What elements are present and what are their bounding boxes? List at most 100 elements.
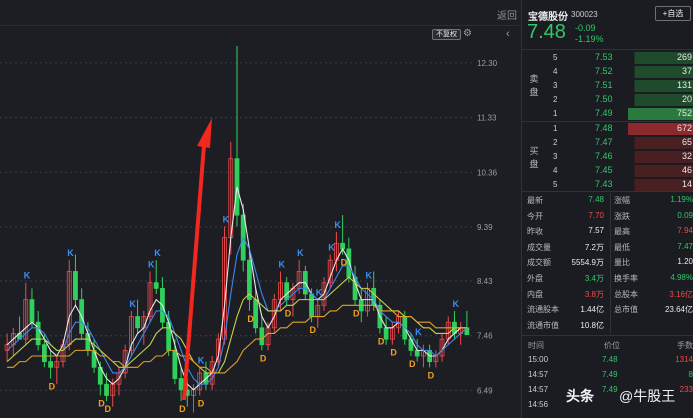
stat-value: 0.09 [677,210,693,220]
divider [610,193,611,334]
annotation-arrow-head [197,118,212,148]
ask-volume: 131 [628,80,693,92]
divider [522,49,693,50]
ask-price: 7.51 [595,80,613,90]
stats-row: 流通市值 10.8亿 [522,318,693,332]
stat-label: 最低 [614,242,630,252]
y-tick-label: 11.33 [477,114,497,123]
d-marker: D [49,382,56,392]
k-marker: K [415,327,422,337]
price-change: -0.09 [575,23,596,33]
bid-volume: 32 [628,151,693,163]
y-tick-label: 10.36 [477,168,498,177]
add-watchlist-button[interactable]: +自选 [655,6,691,21]
bid-price: 7.43 [595,179,613,189]
chevron-left-icon[interactable]: ‹ [506,28,520,44]
trades-header: 时间 价位 手数 [522,338,693,352]
ask-volume: 752 [628,108,693,120]
ask-row-1[interactable]: 1 7.49 752 [522,107,693,121]
ask-level: 5 [553,53,558,62]
trade-row: 15:00 7.48 1314 [522,353,693,367]
stat-label: 最高 [614,227,630,237]
bid-level: 5 [553,180,558,189]
trades-header-time: 时间 [528,341,544,350]
y-tick-label: 7.46 [477,332,493,341]
kline-chart-panel[interactable]: 返回 12.30 11.33 10.36 9.39 8.43 7.46 6.49 K K K K K K… [0,0,521,418]
k-marker: K [24,271,31,281]
d-marker: D [341,258,348,268]
ask-price: 7.52 [595,66,613,76]
stat-value: 3.8万 [584,289,604,299]
ask-volume: 269 [628,52,693,64]
candle-body [383,327,389,340]
stat-label: 内盘 [527,289,543,299]
k-marker: K [334,220,341,230]
candle-body [48,361,53,368]
ask-level: 3 [553,81,558,90]
bid-volume: 65 [628,137,693,149]
stats-row: 外盘 3.4万 换手率 4.98% [522,271,693,285]
candle-body [259,327,265,346]
candle-body [104,383,109,396]
trade-row: 14:57 7.49 8 [522,368,693,382]
d-marker: D [198,398,205,408]
y-tick-label: 9.39 [477,223,493,232]
quote-panel: 宝德股份 300023 +自选 7.48 -0.09 -1.19% 卖盘 5 7.… [521,0,693,418]
candle-body [309,293,314,317]
bid-row-3[interactable]: 3 7.46 32 [522,150,693,164]
bid-price: 7.48 [595,123,613,133]
bid-row-4[interactable]: 4 7.45 46 [522,164,693,178]
d-marker: D [260,353,267,363]
watermark: 头条 @牛股王 [566,384,692,406]
bid-row-5[interactable]: 5 7.43 14 [522,178,693,192]
bid-volume: 672 [628,123,693,135]
bid-level: 2 [553,138,558,147]
d-marker: D [409,359,416,369]
kline-chart[interactable]: 12.3011.3310.369.398.437.466.49KKKKKKKKK… [0,0,521,418]
d-marker: D [353,308,360,318]
divider [522,335,693,336]
bid-level: 4 [553,166,558,175]
price-adjust-button[interactable]: 不复权 [432,29,461,40]
bid-row-2[interactable]: 2 7.47 65 [522,136,693,150]
candle-body [35,321,41,346]
bid-row-1[interactable]: 1 7.48 672 [522,122,693,136]
trade-time: 14:56 [528,400,549,409]
bid-level: 3 [553,152,558,161]
bid-price: 7.47 [595,137,613,147]
stat-value: 1.44亿 [580,305,604,315]
gear-icon[interactable]: ⚙ [463,28,472,39]
stats-row: 最新 7.48 涨幅 1.19% [522,193,693,207]
watermark-author: @牛股王 [619,388,676,404]
stat-label: 涨跌 [614,211,630,221]
ask-row-5[interactable]: 5 7.53 269 [522,51,693,65]
stats-row: 昨收 7.57 最高 7.94 [522,224,693,238]
stat-label: 换手率 [614,274,638,283]
ask-row-4[interactable]: 4 7.52 37 [522,65,693,79]
watermark-brand: 头条 [566,388,594,404]
stat-value: 7.2万 [584,242,604,252]
k-marker: K [198,355,205,365]
k-marker: K [297,248,304,258]
candle-body [73,271,78,301]
bid-volume: 14 [628,179,693,191]
trade-price: 7.48 [602,355,618,364]
stat-label: 流通市值 [527,320,559,330]
stat-value: 5554.9万 [571,258,604,268]
stats-row: 成交量 7.2万 最低 7.47 [522,240,693,254]
candle-body [29,299,35,323]
ask-level: 2 [553,95,558,104]
stat-value: 10.8亿 [580,320,604,330]
stat-value: 1.20 [677,257,693,267]
d-marker: D [428,370,435,380]
d-marker: D [285,308,292,318]
bid-price: 7.46 [595,151,613,161]
trade-time: 15:00 [528,355,549,364]
stat-value: 1.19% [670,195,693,204]
stats-row: 今开 7.70 涨跌 0.09 [522,209,693,223]
candle-body [414,349,420,357]
ask-row-2[interactable]: 2 7.50 20 [522,93,693,107]
trades-header-qty: 手数 [677,341,693,350]
ask-row-3[interactable]: 3 7.51 131 [522,79,693,93]
stat-label: 成交量 [527,242,551,252]
